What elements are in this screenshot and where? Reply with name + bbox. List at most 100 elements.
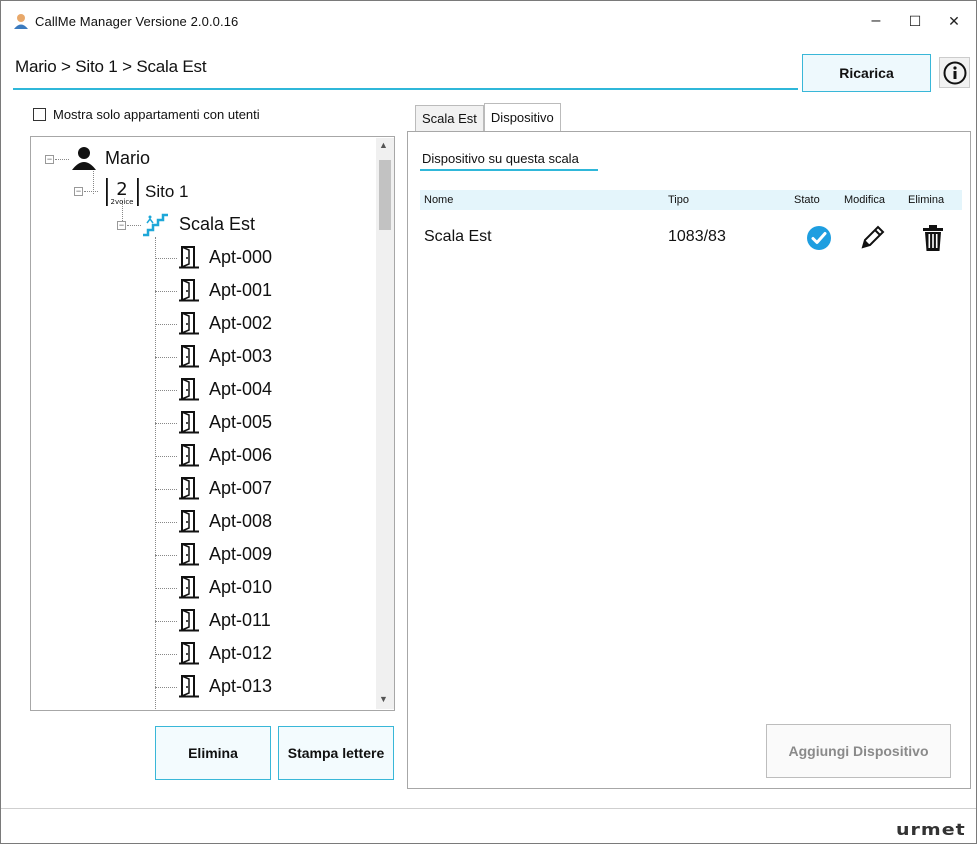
tree-connector [155, 258, 177, 259]
tree-connector [155, 687, 177, 688]
tree-node-label: Apt-013 [209, 675, 273, 696]
tree-node-label: Apt-010 [209, 576, 273, 597]
delete-button[interactable]: Elimina [155, 726, 271, 780]
filter-checkbox-row[interactable]: Mostra solo appartamenti con utenti [33, 107, 260, 122]
tree-node-apartment[interactable]: Apt-004 [179, 377, 272, 401]
tree-node-label: Apt-012 [209, 642, 273, 663]
door-icon [179, 444, 199, 467]
tree-node-apartment[interactable]: Apt-008 [179, 509, 272, 533]
door-icon [179, 576, 199, 599]
door-icon [179, 675, 199, 698]
tree-node-user[interactable]: Mario [71, 146, 150, 170]
collapse-toggle[interactable]: − [45, 155, 54, 164]
tree-node-apartment[interactable]: Apt-010 [179, 575, 272, 599]
door-icon [179, 246, 199, 269]
brand-logo: urmet [896, 820, 966, 840]
tree-node-apartment[interactable]: Apt-005 [179, 410, 272, 434]
tree-connector [155, 588, 177, 589]
stairs-icon [143, 213, 168, 237]
tree-node-apartment[interactable]: Apt-001 [179, 278, 272, 302]
device-type: 1083/83 [668, 228, 726, 245]
tree-connector [155, 291, 177, 292]
tree-connector [155, 423, 177, 424]
tree-node-apartment[interactable]: Apt-003 [179, 344, 272, 368]
site-tree[interactable]: − Mario − 2 2voice Sito 1 − Scala Est Ap… [30, 136, 395, 711]
tab-dispositivo[interactable]: Dispositivo [483, 103, 561, 131]
pencil-icon [861, 225, 885, 249]
tree-node-apartment[interactable]: Apt-002 [179, 311, 272, 335]
door-icon [179, 279, 199, 302]
minimize-button[interactable]: – [859, 7, 893, 35]
window-title: CallMe Manager Versione 2.0.0.16 [35, 14, 239, 29]
tree-node-label: Mario [105, 147, 151, 168]
door-icon [179, 411, 199, 434]
tree-node-label: Apt-006 [209, 444, 273, 465]
tree-node-label: Apt-009 [209, 543, 273, 564]
2voice-logo-icon: 2 2voice [106, 178, 139, 206]
add-device-button[interactable]: Aggiungi Dispositivo [766, 724, 951, 778]
tree-connector [155, 456, 177, 457]
door-icon [179, 510, 199, 533]
tree-node-apartment[interactable]: Apt-000 [179, 245, 272, 269]
door-icon [179, 642, 199, 665]
collapse-toggle[interactable]: − [74, 187, 83, 196]
maximize-button[interactable]: ☐ [898, 7, 932, 35]
tree-scrollbar[interactable]: ▲ ▼ [376, 138, 394, 709]
info-button[interactable] [939, 57, 970, 88]
door-icon [179, 543, 199, 566]
minimize-icon: – [871, 12, 881, 29]
tree-node-apartment[interactable]: Apt-006 [179, 443, 272, 467]
tree-node-site[interactable]: 2 2voice Sito 1 [101, 177, 188, 207]
delete-row-button[interactable] [922, 224, 944, 257]
collapse-toggle[interactable]: − [117, 221, 126, 230]
tree-node-label: Apt-000 [209, 246, 273, 267]
tab-scala-est[interactable]: Scala Est [415, 105, 484, 131]
print-letters-button[interactable]: Stampa lettere [278, 726, 394, 780]
tree-node-label: Apt-002 [209, 312, 273, 333]
edit-button[interactable] [858, 224, 886, 257]
tree-connector [155, 324, 177, 325]
tree-node-label: Apt-001 [209, 279, 273, 300]
tree-node-stair[interactable]: Scala Est [141, 211, 255, 237]
scroll-down-icon[interactable]: ▼ [379, 694, 388, 704]
filter-checkbox-label: Mostra solo appartamenti con utenti [53, 107, 260, 122]
site-badge: 2voice [111, 198, 134, 206]
device-panel: Dispositivo su questa scala Nome Tipo St… [407, 131, 971, 789]
close-button[interactable]: ✕ [937, 7, 971, 35]
section-underline [420, 169, 598, 171]
status-bar-divider [1, 808, 976, 809]
reload-button[interactable]: Ricarica [802, 54, 931, 92]
close-icon: ✕ [948, 12, 960, 29]
tree-node-apartment[interactable]: Apt-013 [179, 674, 272, 698]
column-header-status: Stato [794, 194, 820, 206]
scrollbar-thumb[interactable] [379, 160, 391, 230]
breadcrumb: Mario > Sito 1 > Scala Est [15, 57, 207, 76]
tree-connector [155, 357, 177, 358]
check-circle-icon [807, 226, 831, 250]
tree-node-label: Apt-003 [209, 345, 273, 366]
column-header-type: Tipo [668, 194, 689, 206]
tree-node-apartment[interactable]: Apt-007 [179, 476, 272, 500]
tree-connector [84, 191, 98, 192]
tree-node-apartment[interactable]: Apt-012 [179, 641, 272, 665]
tree-node-label: Apt-005 [209, 411, 273, 432]
tab-bar: Scala Est Dispositivo [415, 103, 561, 131]
app-window: CallMe Manager Versione 2.0.0.16 – ☐ ✕ M… [0, 0, 977, 844]
tree-connector [55, 159, 69, 160]
tree-connector [127, 225, 141, 226]
tree-node-label: Scala Est [179, 213, 256, 234]
door-icon [179, 609, 199, 632]
trash-icon [923, 225, 943, 251]
tree-node-apartment[interactable]: Apt-009 [179, 542, 272, 566]
filter-checkbox[interactable] [33, 108, 46, 121]
tree-node-apartment[interactable]: Apt-011 [179, 608, 271, 632]
breadcrumb-underline [13, 88, 798, 90]
tree-connector [155, 237, 156, 710]
door-icon [179, 312, 199, 335]
status-ok-icon [806, 225, 832, 256]
column-header-name: Nome [424, 194, 454, 206]
table-row[interactable]: Scala Est 1083/83 [420, 222, 962, 258]
section-title: Dispositivo su questa scala [422, 151, 579, 166]
column-header-delete: Elimina [908, 194, 945, 206]
scroll-up-icon[interactable]: ▲ [379, 140, 388, 150]
